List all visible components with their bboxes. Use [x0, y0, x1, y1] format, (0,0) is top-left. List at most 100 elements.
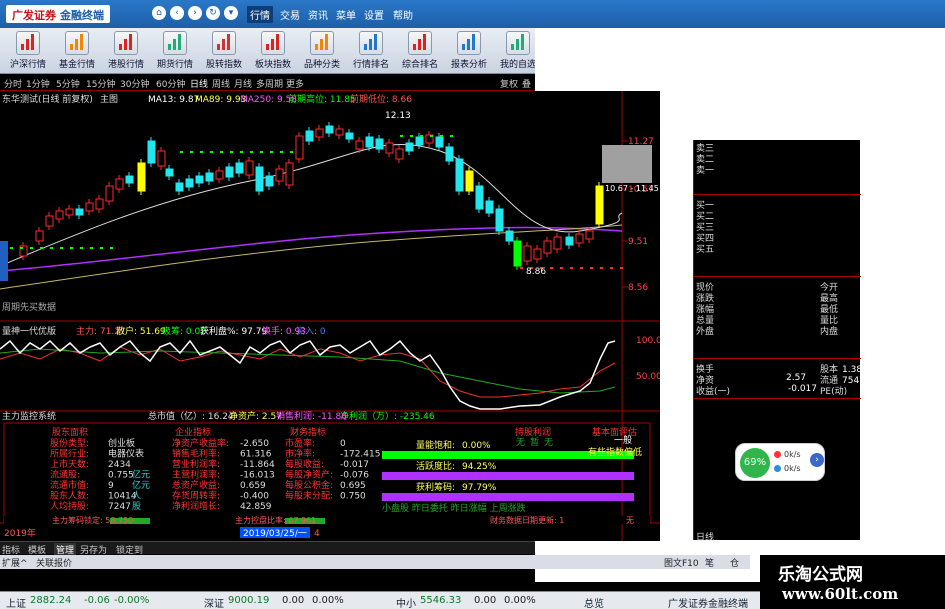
company-label: 存货周转率: — [172, 490, 220, 502]
forward-icon[interactable]: › — [188, 6, 202, 20]
toolbar-button-6[interactable]: 品种分类 — [298, 28, 346, 74]
level-dot — [440, 135, 443, 137]
bar-value: 97.79% — [462, 483, 497, 493]
finance-label: 每股收益: — [285, 458, 324, 470]
dropdown-icon[interactable]: ▾ — [224, 6, 238, 20]
candle-body — [575, 233, 584, 244]
speed-percent: 69% — [740, 448, 770, 478]
back-icon[interactable]: ‹ — [170, 6, 184, 20]
menu-news[interactable]: 资讯 — [308, 7, 328, 22]
period-tab-10[interactable]: 更多 — [286, 77, 304, 90]
home-icon[interactable]: ⌂ — [152, 6, 166, 20]
index-name[interactable]: 中小 — [396, 595, 416, 609]
holders-value: 7247 — [108, 502, 131, 512]
candle-body — [345, 132, 354, 140]
overlay-button[interactable]: 叠 — [522, 77, 531, 90]
index-change: 0.00 — [474, 595, 497, 606]
ind1-y50: 50.00 — [636, 372, 660, 382]
period-tab-6[interactable]: 日线 — [190, 77, 208, 90]
daily-tab[interactable]: 日线 — [696, 530, 714, 543]
period-tab-7[interactable]: 周线 — [212, 77, 230, 90]
toolbar-icon-7 — [359, 31, 383, 55]
download-speed: 0k/s — [784, 464, 801, 473]
pe-label: PE(动) — [820, 387, 848, 397]
menu-settings[interactable]: 设置 — [364, 7, 384, 22]
toolbar-button-4[interactable]: 股转指数 — [200, 28, 248, 74]
toolbar-button-2[interactable]: 港股行情 — [102, 28, 150, 74]
app-window: 广发证券 金融终端 ⌂ ‹ › ↻ ▾ 行情 交易 资讯 菜单 设置 帮助 沪深行… — [0, 0, 945, 609]
candle-body — [147, 140, 156, 164]
level-dot — [280, 151, 283, 153]
toolbar-button-3[interactable]: 期货行情 — [151, 28, 199, 74]
ind1-y100: 100.0 — [636, 336, 660, 346]
tick-tab[interactable]: 笔 — [705, 556, 714, 569]
footer-lock-ratio: 主力筹码锁定: 58.750 — [52, 515, 133, 525]
title-bar: 广发证券 金融终端 ⌂ ‹ › ↻ ▾ 行情 交易 资讯 菜单 设置 帮助 — [0, 0, 945, 28]
candle-body — [75, 208, 84, 216]
period-tab-4[interactable]: 30分钟 — [120, 77, 149, 90]
float-label: 流通 — [820, 376, 839, 386]
company-value: 42.859 — [240, 502, 272, 512]
period-tab-9[interactable]: 多周期 — [256, 77, 283, 90]
candle-body — [35, 230, 44, 242]
toolbar-button-1[interactable]: 基金行情 — [53, 28, 101, 74]
quote-label-right: 内盘 — [820, 327, 839, 337]
level-dot — [60, 247, 63, 249]
speed-widget[interactable]: 69% 0k/s 0k/s › — [735, 443, 825, 481]
quote-label-right: 量比 — [820, 316, 839, 326]
refresh-icon[interactable]: ↻ — [206, 6, 220, 20]
toolbar-button-7[interactable]: 行情排名 — [347, 28, 395, 74]
ma89-value: MA89: 9.93 — [195, 95, 246, 105]
menu-trade[interactable]: 交易 — [280, 7, 300, 22]
level-dot — [550, 267, 553, 269]
index-name[interactable]: 上证 — [6, 595, 26, 609]
high-price-label: 12.13 — [385, 111, 411, 121]
index-name[interactable]: 深证 — [204, 595, 224, 609]
f10-tab[interactable]: 图文F10 — [664, 556, 699, 569]
candle-body — [465, 170, 474, 192]
net-asset-value: 2.57 — [786, 373, 807, 383]
candle-body — [295, 135, 304, 160]
expand-button[interactable]: 扩展^ — [2, 556, 28, 569]
candle-body — [65, 208, 74, 216]
prev-high-value: 前期高位: 11.85 — [288, 93, 356, 105]
company-value: -0.400 — [240, 492, 269, 502]
quote-label-right: 今开 — [820, 283, 839, 293]
candle-body — [55, 210, 64, 220]
period-tab-1[interactable]: 1分钟 — [26, 77, 50, 90]
quote-divider — [694, 276, 861, 277]
chart-area[interactable]: 东华测试(日线 前复权) 主图 MA13: 9.87MA89: 9.93MA250:… — [0, 91, 660, 541]
indicator1-name: 量神一代优版 — [2, 325, 56, 337]
toolbar-button-0[interactable]: 沪深行情 — [4, 28, 52, 74]
index-name[interactable]: 总览 — [584, 595, 604, 609]
menu-menu[interactable]: 菜单 — [336, 7, 356, 22]
related-quote-tab[interactable]: 关联报价 — [36, 556, 72, 569]
candle-body — [265, 175, 274, 187]
fq-button[interactable]: 复权 — [500, 77, 518, 90]
net-asset-label: 净资 — [696, 376, 715, 386]
toolbar-button-8[interactable]: 综合排名 — [396, 28, 444, 74]
toolbar-icon-6 — [310, 31, 334, 55]
position-tab[interactable]: 仓 — [730, 556, 739, 569]
company-value: 61.316 — [240, 450, 272, 460]
ind2-net-asset: 净资产: 2.57 — [229, 410, 282, 422]
period-tab-8[interactable]: 月线 — [234, 77, 252, 90]
widget-toggle-icon[interactable]: › — [810, 453, 824, 467]
toolbar-button-5[interactable]: 板块指数 — [249, 28, 297, 74]
toolbar-icon-5 — [261, 31, 285, 55]
candle-body — [205, 172, 214, 182]
period-tab-5[interactable]: 60分钟 — [156, 77, 185, 90]
toolbar-label: 期货行情 — [156, 60, 193, 70]
menu-help[interactable]: 帮助 — [393, 7, 413, 22]
bar-value: 94.25% — [462, 462, 497, 472]
toolbar-button-9[interactable]: 报表分析 — [445, 28, 493, 74]
period-tab-3[interactable]: 15分钟 — [86, 77, 115, 90]
footer-update: 财务数据日期更新: 1 — [490, 515, 564, 525]
date-year: 2019年 — [4, 527, 36, 539]
period-tab-2[interactable]: 5分钟 — [56, 77, 80, 90]
level-dot — [100, 247, 103, 249]
period-tab-0[interactable]: 分时 — [4, 77, 22, 90]
menu-quote[interactable]: 行情 — [247, 6, 273, 23]
chart-note: 周期先买数据 — [2, 301, 56, 313]
holders-label: 上市天数: — [50, 458, 89, 470]
